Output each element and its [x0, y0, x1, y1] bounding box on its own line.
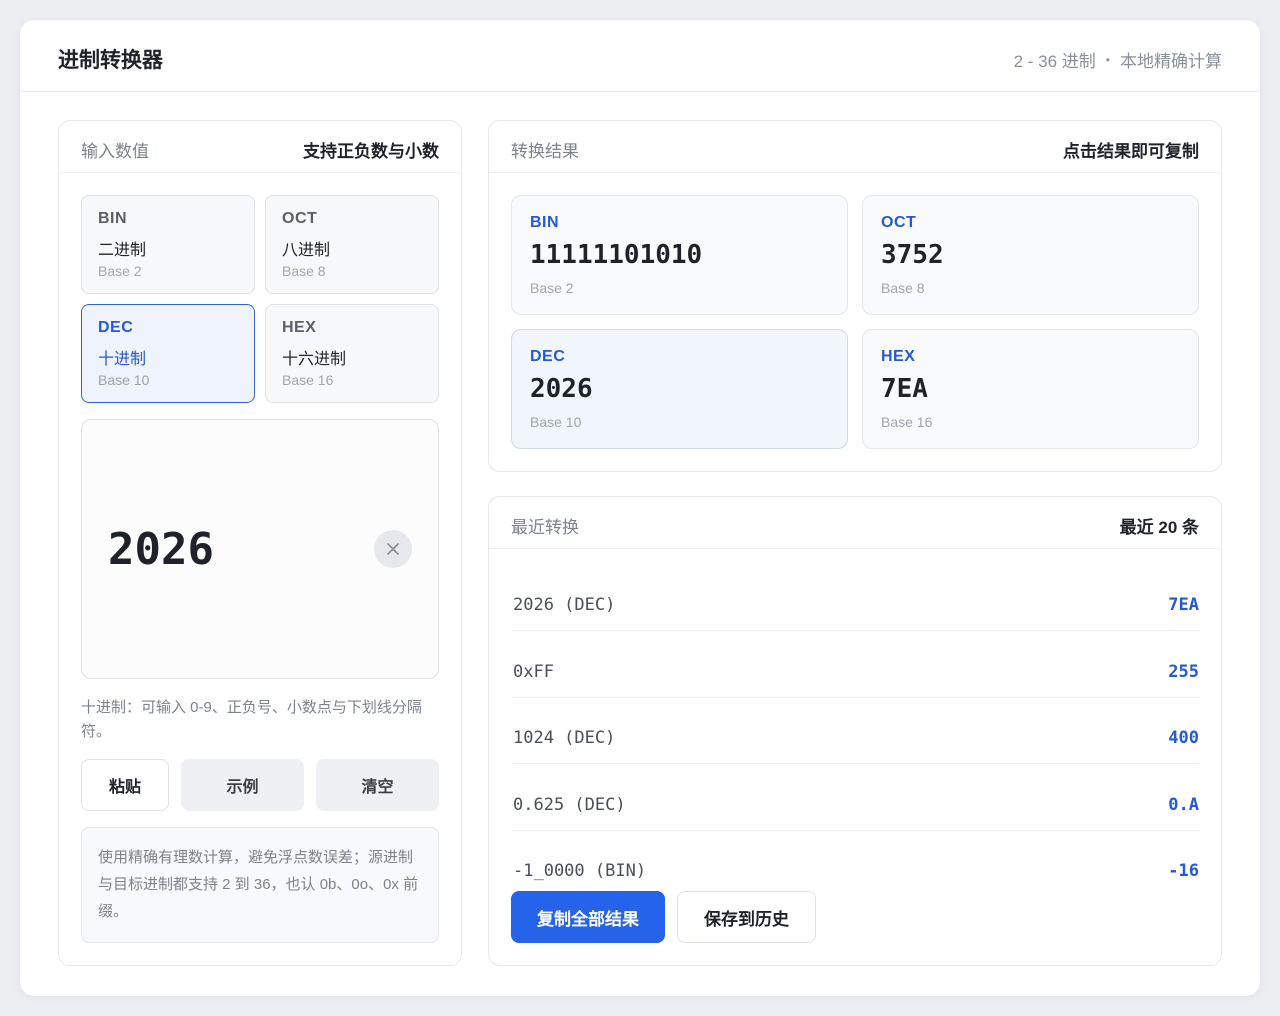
history-item[interactable]: 0.625 (DEC) 0.A — [513, 765, 1199, 831]
history-item[interactable]: -1_0000 (BIN) -16 — [513, 831, 1199, 881]
base-option-bin[interactable]: BIN 二进制 Base 2 — [81, 195, 255, 294]
base-option-hex[interactable]: HEX 十六进制 Base 16 — [265, 304, 439, 403]
result-code: BIN — [530, 214, 560, 231]
base-code: OCT — [282, 210, 318, 227]
history-result: 0.A — [1168, 795, 1199, 815]
history-result: 255 — [1168, 662, 1199, 682]
meta-mode: 本地精确计算 — [1120, 52, 1222, 71]
result-radix: Base 16 — [881, 414, 933, 430]
history-result: 7EA — [1168, 595, 1199, 615]
input-card-title: 输入数值 — [81, 142, 149, 161]
top-bar: 进制转换器 2 - 36 进制 • 本地精确计算 — [20, 20, 1260, 92]
input-actions: 粘贴 示例 清空 — [81, 759, 439, 811]
input-card: 输入数值 支持正负数与小数 BIN 二进制 Base 2 OCT 八进制 Bas… — [58, 120, 462, 966]
base-code: DEC — [98, 319, 134, 336]
base-radix: Base 16 — [282, 372, 334, 388]
history-card-header: 最近转换 最近 20 条 — [489, 497, 1221, 549]
base-radix: Base 10 — [98, 372, 150, 388]
result-code: OCT — [881, 214, 917, 231]
meta-separator: • — [1105, 52, 1110, 67]
paste-button[interactable]: 粘贴 — [81, 759, 169, 811]
app-window: 进制转换器 2 - 36 进制 • 本地精确计算 输入数值 支持正负数与小数 B… — [20, 20, 1260, 996]
history-card: 最近转换 最近 20 条 2026 (DEC) 7EA 0xFF 255 102… — [488, 496, 1222, 966]
history-card-title: 最近转换 — [511, 518, 579, 537]
history-item[interactable]: 0xFF 255 — [513, 632, 1199, 698]
history-result: 400 — [1168, 728, 1199, 748]
base-option-oct[interactable]: OCT 八进制 Base 8 — [265, 195, 439, 294]
clear-input-button[interactable] — [374, 530, 412, 568]
result-value: 2026 — [530, 374, 593, 404]
result-value: 3752 — [881, 240, 944, 270]
history-source: 2026 (DEC) — [513, 595, 616, 615]
base-code: HEX — [282, 319, 317, 336]
result-radix: Base 8 — [881, 280, 925, 296]
save-history-button[interactable]: 保存到历史 — [677, 891, 816, 943]
result-card-header: 转换结果 点击结果即可复制 — [489, 121, 1221, 173]
base-radix: Base 8 — [282, 263, 326, 279]
meta-range: 2 - 36 进制 — [1013, 52, 1096, 71]
result-bin[interactable]: BIN 11111101010 Base 2 — [511, 195, 848, 315]
precision-note: 使用精确有理数计算，避免浮点数误差；源进制与目标进制都支持 2 到 36，也认 … — [81, 827, 439, 943]
result-oct[interactable]: OCT 3752 Base 8 — [862, 195, 1199, 315]
copy-all-button[interactable]: 复制全部结果 — [511, 891, 665, 943]
sample-button[interactable]: 示例 — [181, 759, 304, 811]
result-radix: Base 2 — [530, 280, 574, 296]
history-item[interactable]: 1024 (DEC) 400 — [513, 698, 1199, 764]
base-name: 十进制 — [98, 351, 147, 368]
result-radix: Base 10 — [530, 414, 582, 430]
history-source: 0xFF — [513, 662, 554, 682]
history-source: -1_0000 (BIN) — [513, 861, 647, 881]
value-input[interactable] — [108, 524, 358, 575]
result-card-note: 点击结果即可复制 — [1063, 142, 1199, 161]
result-card-title: 转换结果 — [511, 142, 579, 161]
result-value: 11111101010 — [530, 240, 703, 270]
base-name: 十六进制 — [282, 351, 347, 368]
result-card: 转换结果 点击结果即可复制 BIN 11111101010 Base 2 OCT… — [488, 120, 1222, 472]
input-card-note: 支持正负数与小数 — [303, 142, 439, 161]
result-hex[interactable]: HEX 7EA Base 16 — [862, 329, 1199, 449]
value-input-box — [81, 419, 439, 679]
result-code: HEX — [881, 348, 916, 365]
history-result: -16 — [1168, 861, 1199, 881]
result-dec[interactable]: DEC 2026 Base 10 — [511, 329, 848, 449]
clear-button[interactable]: 清空 — [316, 759, 439, 811]
input-hint: 十进制：可输入 0-9、正负号、小数点与下划线分隔符。 — [81, 699, 422, 740]
result-value: 7EA — [881, 374, 928, 404]
base-option-dec[interactable]: DEC 十进制 Base 10 — [81, 304, 255, 403]
base-radix: Base 2 — [98, 263, 142, 279]
base-name: 二进制 — [98, 242, 147, 259]
close-icon — [387, 543, 399, 555]
history-source: 0.625 (DEC) — [513, 795, 626, 815]
app-title: 进制转换器 — [58, 49, 163, 72]
input-card-header: 输入数值 支持正负数与小数 — [59, 121, 461, 173]
base-name: 八进制 — [282, 242, 331, 259]
base-code: BIN — [98, 210, 128, 227]
history-card-note: 最近 20 条 — [1119, 518, 1199, 537]
top-meta: 2 - 36 进制 • 本地精确计算 — [1014, 47, 1222, 72]
history-source: 1024 (DEC) — [513, 728, 616, 748]
history-item[interactable]: 2026 (DEC) 7EA — [513, 565, 1199, 631]
result-code: DEC — [530, 348, 566, 365]
